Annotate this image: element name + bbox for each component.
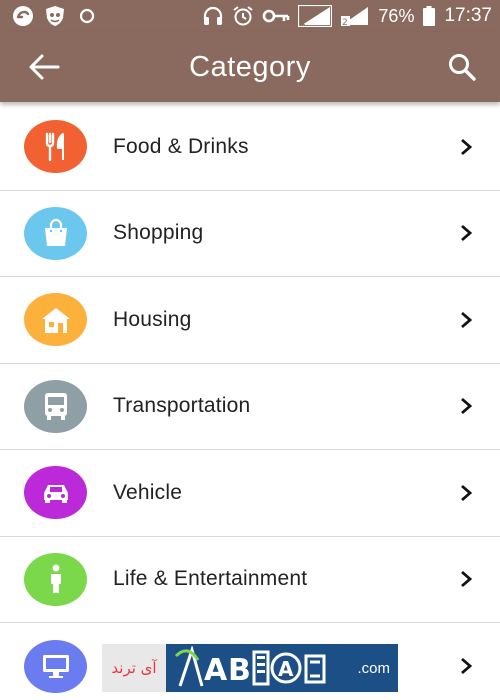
category-icon-badge: [24, 639, 87, 693]
page-title: Category: [189, 50, 311, 83]
arrow-left-icon: [29, 54, 60, 80]
fork-knife-icon: [45, 132, 64, 161]
status-left: [12, 5, 98, 27]
circle-notification-icon: [76, 5, 98, 27]
battery-percent: 76%: [378, 5, 415, 26]
category-item-transportation[interactable]: Transportation: [0, 364, 500, 450]
shopping-bag-icon: [44, 219, 67, 247]
headset-icon: [202, 5, 224, 27]
sim2-label: 2: [342, 18, 348, 27]
shield-app-icon: [44, 5, 66, 27]
category-list: Food & Drinks Shopping Housing Transport…: [0, 104, 500, 700]
watermark-persian-text: آی ترند: [102, 644, 166, 692]
category-icon-badge: [24, 120, 87, 174]
clock-time: 17:37: [444, 5, 492, 26]
app-bar: Category: [0, 32, 500, 102]
category-label: Shopping: [113, 221, 204, 245]
battery-icon: [422, 5, 436, 27]
category-item-food-drinks[interactable]: Food & Drinks: [0, 104, 500, 191]
category-label: Vehicle: [113, 480, 183, 504]
vpn-key-icon: [262, 5, 290, 27]
category-item-shopping[interactable]: Shopping: [0, 191, 500, 277]
chevron-right-icon: [456, 310, 476, 330]
chevron-right-icon: [456, 569, 476, 589]
category-label: Food & Drinks: [113, 134, 249, 158]
category-icon-badge: [24, 379, 87, 433]
watermark-domain: .com: [357, 659, 390, 677]
person-icon: [50, 564, 61, 594]
search-icon: [449, 54, 476, 81]
category-icon-badge: [24, 206, 87, 260]
category-item-housing[interactable]: Housing: [0, 277, 500, 364]
category-label: Life & Entertainment: [113, 567, 308, 591]
status-right: 1 2 76% 17:37: [202, 5, 492, 27]
svg-text:A: A: [278, 657, 294, 681]
category-label: Housing: [113, 307, 192, 331]
search-button[interactable]: [444, 49, 480, 85]
signal-sim1-icon: 1: [298, 5, 333, 27]
app-notification-icon: [12, 5, 34, 27]
category-icon-badge: [24, 293, 87, 347]
monitor-icon: [42, 655, 69, 679]
category-label: Transportation: [113, 394, 251, 418]
svg-text:B: B: [228, 653, 251, 688]
alarm-clock-icon: [232, 5, 254, 27]
chevron-right-icon: [456, 483, 476, 503]
svg-text:A: A: [204, 653, 228, 688]
back-button[interactable]: [26, 49, 62, 85]
house-icon: [41, 307, 70, 333]
category-icon-badge: [24, 552, 87, 606]
signal-sim2-icon: 2: [340, 5, 370, 27]
chevron-right-icon: [456, 656, 476, 676]
watermark-logo-area: A B A .com: [166, 644, 398, 692]
chevron-right-icon: [456, 223, 476, 243]
category-item-vehicle[interactable]: Vehicle: [0, 450, 500, 537]
watermark-logo-icon: A B A: [172, 646, 342, 690]
chevron-right-icon: [456, 137, 476, 157]
bus-icon: [44, 393, 67, 421]
category-item-life-entertainment[interactable]: Life & Entertainment: [0, 537, 500, 623]
chevron-right-icon: [456, 396, 476, 416]
sim1-label: 1: [300, 18, 306, 27]
car-icon: [43, 484, 68, 503]
watermark-banner: آی ترند A B A .com: [102, 644, 398, 692]
category-icon-badge: [24, 466, 87, 520]
status-bar: 1 2 76% 17:37: [0, 0, 500, 32]
